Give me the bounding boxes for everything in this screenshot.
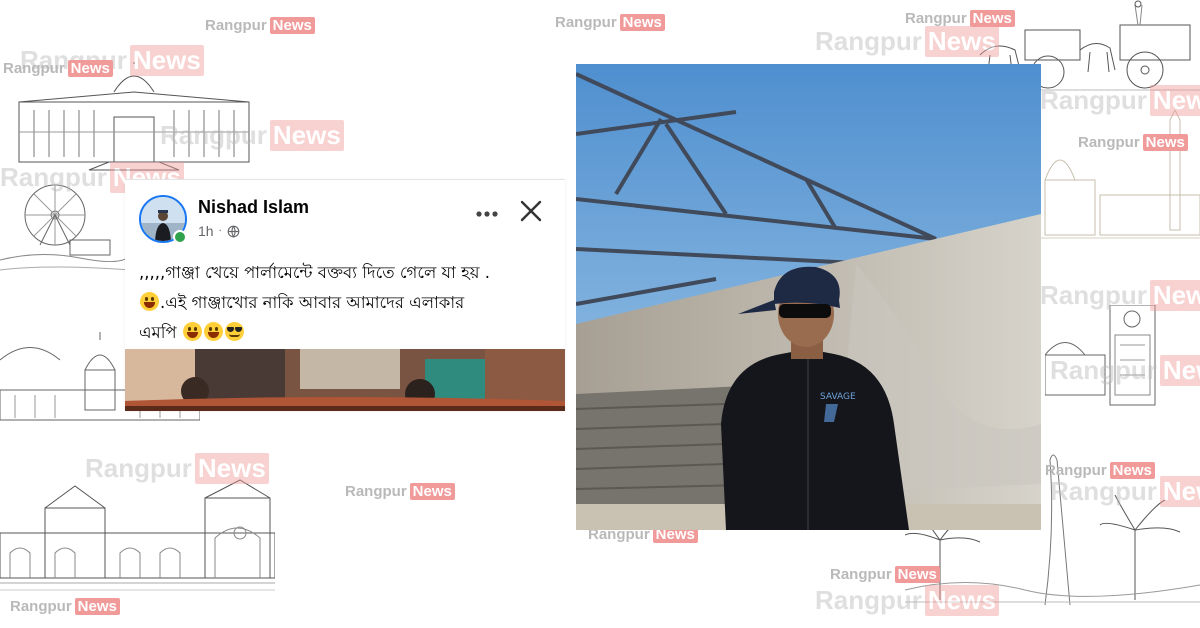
watermark: RangpurNews bbox=[815, 26, 999, 57]
watermark: RangpurNews bbox=[1050, 476, 1200, 507]
watermark: RangpurNews bbox=[1050, 355, 1200, 386]
grinning-smiling-eyes-emoji-icon bbox=[140, 292, 159, 311]
watermark: RangpurNews bbox=[160, 120, 344, 151]
online-status-dot bbox=[173, 230, 187, 244]
watermark: RangpurNews bbox=[1040, 280, 1200, 311]
station-sketch bbox=[0, 478, 275, 596]
watermark: RangpurNews bbox=[10, 598, 120, 615]
watermark: RangpurNews bbox=[815, 585, 999, 616]
sunglasses-emoji-icon bbox=[224, 322, 244, 341]
watermark: RangpurNews bbox=[85, 453, 269, 484]
profile-photo: SAVAGE bbox=[576, 64, 1041, 530]
grinning-face-emoji-icon bbox=[203, 322, 223, 341]
post-meta: 1h · bbox=[198, 223, 240, 239]
post-text-line-content: .এই গাঞ্জাখোর নাকি আবার আমাদের এলাকার bbox=[160, 293, 465, 312]
author-name[interactable]: Nishad Islam bbox=[198, 197, 309, 218]
grinning-face-emoji-icon bbox=[182, 322, 202, 341]
meta-separator: · bbox=[218, 225, 222, 237]
post-body: ,,,,,গাঞ্জা খেয়ে পার্লামেন্টে বক্তব্য দ… bbox=[139, 258, 549, 348]
temple-sketch bbox=[1040, 110, 1200, 245]
watermark: RangpurNews bbox=[1078, 134, 1188, 151]
shirt-print-text: SAVAGE bbox=[820, 392, 856, 402]
post-text-line: ,,,,,গাঞ্জা খেয়ে পার্লামেন্টে বক্তব্য দ… bbox=[139, 263, 490, 282]
post-header: Nishad Islam 1h · bbox=[139, 195, 555, 247]
watermark: RangpurNews bbox=[830, 566, 940, 583]
ferris-wheel-sketch bbox=[0, 180, 130, 280]
post-text-line-content: এমপি bbox=[139, 323, 177, 342]
watermark: RangpurNews bbox=[345, 483, 455, 500]
watermark: RangpurNews bbox=[905, 10, 1015, 27]
watermark: RangpurNews bbox=[1040, 85, 1200, 116]
close-icon[interactable] bbox=[517, 197, 545, 225]
globe-icon[interactable] bbox=[227, 225, 240, 238]
post-video-thumbnail[interactable] bbox=[125, 349, 565, 411]
watermark: RangpurNews bbox=[205, 17, 315, 34]
palace-sketch bbox=[14, 62, 254, 172]
facebook-post-card: Nishad Islam 1h · ,,,,,গাঞ্জা খেয়ে পার্… bbox=[125, 179, 565, 411]
watermark: RangpurNews bbox=[555, 14, 665, 31]
post-text-line-3: এমপি bbox=[139, 318, 549, 348]
watermark: RangpurNews bbox=[3, 60, 113, 77]
post-time[interactable]: 1h bbox=[198, 223, 214, 239]
more-options-icon[interactable] bbox=[475, 203, 499, 222]
post-text-line-2: .এই গাঞ্জাখোর নাকি আবার আমাদের এলাকার bbox=[139, 288, 549, 318]
